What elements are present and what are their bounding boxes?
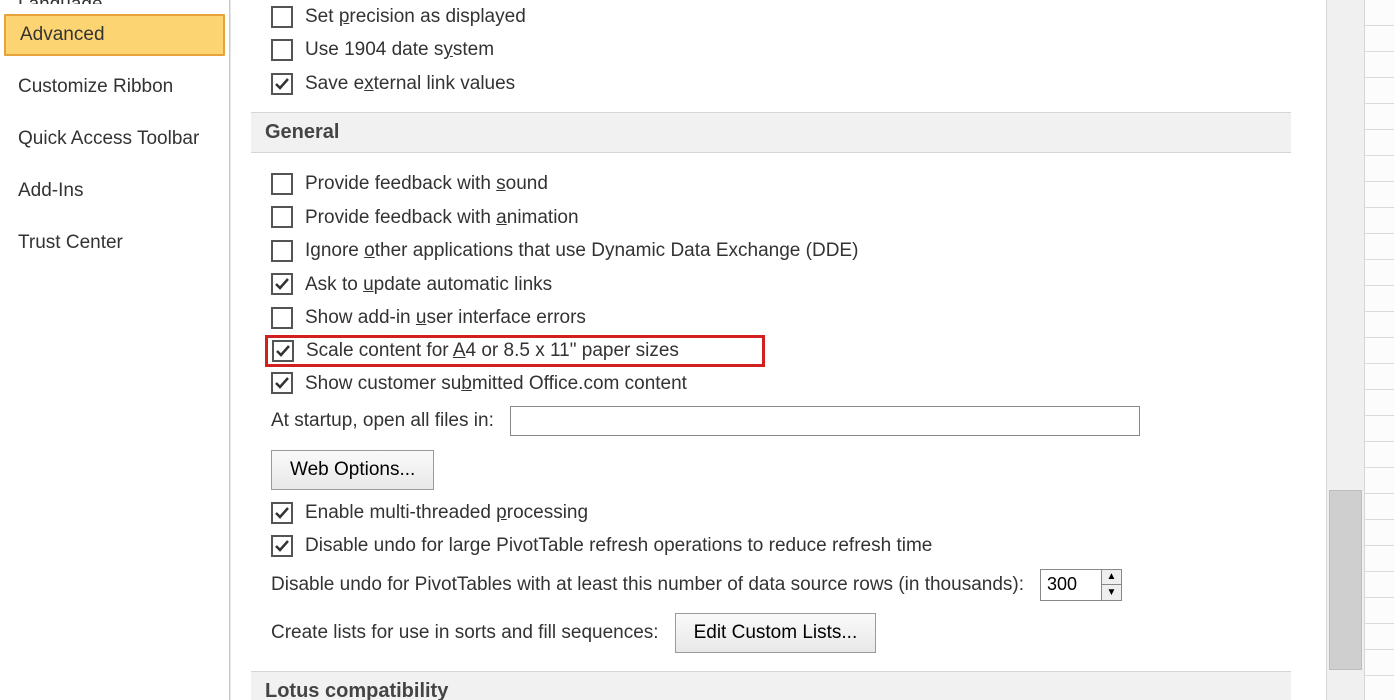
dialog-scrollbar[interactable] [1326,0,1364,700]
disable-undo-threshold-input[interactable] [1041,570,1101,600]
sidebar-item-advanced[interactable]: Advanced [4,14,225,56]
sidebar-item-trust-center[interactable]: Trust Center [0,222,229,264]
disable-undo-threshold-spinner[interactable]: ▲ ▼ [1040,569,1122,601]
background-worksheet-sliver [1364,0,1394,700]
highlighted-option-scale-a4: Scale content for A4 or 8.5 x 11" paper … [265,335,765,367]
label-set-precision: Set precision as displayed [305,2,526,31]
sidebar-item-customize-ribbon[interactable]: Customize Ribbon [0,66,229,108]
label-office-content: Show customer submitted Office.com conte… [305,369,687,398]
option-use-1904[interactable]: Use 1904 date system [251,33,1326,66]
options-category-sidebar: Language Advanced Customize Ribbon Quick… [0,0,230,700]
checkbox-feedback-sound[interactable] [271,173,293,195]
checkbox-ignore-dde[interactable] [271,240,293,262]
checkbox-ask-update-links[interactable] [271,273,293,295]
checkbox-use-1904[interactable] [271,39,293,61]
checkbox-disable-undo-pivot[interactable] [271,535,293,557]
label-feedback-sound: Provide feedback with sound [305,169,548,198]
spinner-up-button[interactable]: ▲ [1102,570,1121,586]
checkbox-save-external-links[interactable] [271,73,293,95]
label-ignore-dde: Ignore other applications that use Dynam… [305,236,858,265]
label-save-external-links: Save external link values [305,69,515,98]
option-disable-undo-pivot[interactable]: Disable undo for large PivotTable refres… [251,529,1326,562]
checkbox-addin-errors[interactable] [271,307,293,329]
edit-custom-lists-button[interactable]: Edit Custom Lists... [675,613,877,653]
option-feedback-animation[interactable]: Provide feedback with animation [251,201,1326,234]
option-save-external-links[interactable]: Save external link values [251,67,1326,100]
option-set-precision[interactable]: Set precision as displayed [251,0,1326,33]
checkbox-office-content[interactable] [271,372,293,394]
disable-undo-threshold-label: Disable undo for PivotTables with at lea… [271,574,1024,596]
label-addin-errors: Show add-in user interface errors [305,303,586,332]
label-ask-update-links: Ask to update automatic links [305,270,552,299]
section-header-general: General [251,112,1291,153]
startup-files-input[interactable] [510,406,1140,436]
create-lists-label: Create lists for use in sorts and fill s… [271,622,659,644]
option-ignore-dde[interactable]: Ignore other applications that use Dynam… [251,234,1326,267]
web-options-button[interactable]: Web Options... [271,450,434,490]
startup-files-row: At startup, open all files in: [251,400,1326,442]
sidebar-item-language[interactable]: Language [0,0,229,4]
option-addin-errors[interactable]: Show add-in user interface errors [251,301,1326,334]
sidebar-item-add-ins[interactable]: Add-Ins [0,170,229,212]
options-dialog-layout: Language Advanced Customize Ribbon Quick… [0,0,1400,700]
checkbox-multithread[interactable] [271,502,293,524]
options-main-panel: Set precision as displayed Use 1904 date… [231,0,1326,700]
option-multithread[interactable]: Enable multi-threaded processing [251,496,1326,529]
spinner-down-button[interactable]: ▼ [1102,585,1121,600]
create-lists-row: Create lists for use in sorts and fill s… [251,607,1326,659]
checkbox-feedback-animation[interactable] [271,206,293,228]
label-use-1904: Use 1904 date system [305,35,494,64]
option-office-content[interactable]: Show customer submitted Office.com conte… [251,367,1326,400]
label-scale-a4: Scale content for A4 or 8.5 x 11" paper … [306,340,679,362]
main-wrap: Set precision as displayed Use 1904 date… [230,0,1400,700]
label-multithread: Enable multi-threaded processing [305,498,588,527]
checkbox-set-precision[interactable] [271,6,293,28]
startup-files-label: At startup, open all files in: [271,410,494,432]
label-disable-undo-pivot: Disable undo for large PivotTable refres… [305,531,932,560]
section-header-lotus: Lotus compatibility [251,671,1291,700]
checkbox-scale-a4[interactable] [272,340,294,362]
option-feedback-sound[interactable]: Provide feedback with sound [251,167,1326,200]
option-ask-update-links[interactable]: Ask to update automatic links [251,268,1326,301]
scrollbar-thumb[interactable] [1329,490,1362,670]
label-feedback-animation: Provide feedback with animation [305,203,579,232]
sidebar-item-quick-access-toolbar[interactable]: Quick Access Toolbar [0,118,229,160]
disable-undo-threshold-row: Disable undo for PivotTables with at lea… [251,563,1326,607]
